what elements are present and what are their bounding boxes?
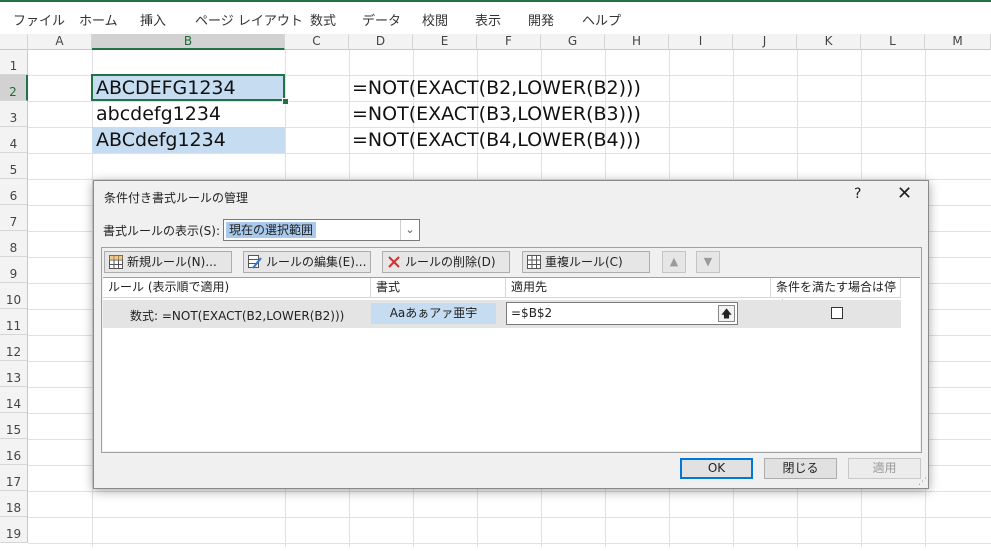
new-rule-label: 新規ルール(N)... [127, 255, 217, 269]
edit-rule-label: ルールの編集(E)... [266, 255, 367, 269]
rule-list: ルール (表示順で適用) 書式 適用先 条件を満たす場合は停止 数式: =NOT… [103, 277, 920, 451]
cell-d3[interactable]: =NOT(EXACT(B3,LOWER(B3))) [352, 101, 641, 127]
column-header-b[interactable]: B [92, 34, 285, 50]
format-preview: Aaあぁアァ亜宇 [371, 303, 496, 324]
column-header-j[interactable]: J [733, 34, 797, 50]
row-header-8[interactable]: 8 [0, 231, 28, 257]
row-header-16[interactable]: 16 [0, 439, 28, 465]
row-header-19[interactable]: 19 [0, 517, 28, 543]
cell-d4[interactable]: =NOT(EXACT(B4,LOWER(B4))) [352, 127, 641, 153]
format-column-header: 書式 [371, 278, 506, 298]
ok-button[interactable]: OK [680, 458, 753, 479]
rule-formula-text: 数式: =NOT(EXACT(B2,LOWER(B2))) [130, 309, 345, 323]
rules-panel: 新規ルール(N)... ルールの編集(E)... ルールの削除(D) 重複ルール… [101, 247, 922, 453]
collapse-range-icon[interactable]: 🡅 [718, 305, 735, 322]
help-icon[interactable]: ? [854, 186, 861, 202]
table-grid-icon [527, 255, 541, 269]
row-header-12[interactable]: 12 [0, 335, 28, 361]
row-header-5[interactable]: 5 [0, 153, 28, 179]
row-header-15[interactable]: 15 [0, 413, 28, 439]
column-header-i[interactable]: I [669, 34, 733, 50]
row-header-2[interactable]: 2 [0, 75, 28, 101]
stop-if-true-column-header: 条件を満たす場合は停止 [771, 278, 901, 313]
duplicate-rule-button[interactable]: 重複ルール(C) [522, 251, 650, 273]
tab-review[interactable]: 校閲 [422, 10, 448, 29]
fill-handle[interactable] [282, 98, 289, 105]
apply-button[interactable]: 適用 [848, 458, 921, 479]
edit-pencil-icon [248, 255, 262, 269]
tab-page-layout[interactable]: ページ レイアウト [195, 10, 303, 29]
row-header-9[interactable]: 9 [0, 257, 28, 283]
move-up-button[interactable]: ▲ [662, 251, 686, 273]
stop-if-true-checkbox[interactable] [831, 307, 843, 319]
row-header-7[interactable]: 7 [0, 205, 28, 231]
applies-to-column-header: 適用先 [506, 278, 771, 298]
column-header-h[interactable]: H [605, 34, 669, 50]
tab-developer[interactable]: 開発 [528, 10, 554, 29]
row-header-11[interactable]: 11 [0, 309, 28, 335]
table-grid-icon [109, 255, 123, 269]
row-header-17[interactable]: 17 [0, 465, 28, 491]
ribbon-tabs: ファイル ホーム 挿入 ページ レイアウト 数式 データ 校閲 表示 開発 ヘル… [0, 0, 991, 34]
tab-help[interactable]: ヘルプ [582, 10, 621, 29]
show-rules-selected-value: 現在の選択範囲 [226, 222, 317, 238]
tab-file[interactable]: ファイル [13, 10, 65, 29]
move-down-button[interactable]: ▼ [696, 251, 720, 273]
column-header-k[interactable]: K [797, 34, 861, 50]
rule-column-header: ルール (表示順で適用) [103, 278, 371, 298]
applies-to-input[interactable]: =$B$2 🡅 [506, 302, 738, 325]
close-button[interactable]: 閉じる [764, 458, 837, 479]
new-rule-button[interactable]: 新規ルール(N)... [104, 251, 232, 273]
rule-row[interactable]: 数式: =NOT(EXACT(B2,LOWER(B2))) Aaあぁアァ亜宇 =… [103, 300, 901, 328]
tab-view[interactable]: 表示 [475, 10, 501, 29]
delete-x-icon [388, 256, 400, 268]
close-icon[interactable]: ✕ [897, 183, 912, 204]
row-header-3[interactable]: 3 [0, 101, 28, 127]
row-header-6[interactable]: 6 [0, 179, 28, 205]
duplicate-rule-label: 重複ルール(C) [545, 255, 623, 269]
column-header-e[interactable]: E [413, 34, 477, 50]
column-header-l[interactable]: L [861, 34, 925, 50]
conditional-formatting-rules-manager-dialog: 条件付き書式ルールの管理 ? ✕ 書式ルールの表示(S): 現在の選択範囲 ⌄ … [93, 180, 929, 489]
row-header-13[interactable]: 13 [0, 361, 28, 387]
delete-rule-label: ルールの削除(D) [405, 255, 496, 269]
resize-grip-icon[interactable]: ⋰ [918, 478, 927, 487]
row-header-10[interactable]: 10 [0, 283, 28, 309]
column-header-d[interactable]: D [349, 34, 413, 50]
row-header-18[interactable]: 18 [0, 491, 28, 517]
select-all-corner[interactable] [0, 34, 28, 50]
tab-data[interactable]: データ [362, 10, 401, 29]
cell-b4[interactable]: ABCdefg1234 [92, 127, 285, 153]
tab-formulas[interactable]: 数式 [310, 10, 336, 29]
row-header-14[interactable]: 14 [0, 387, 28, 413]
dialog-title: 条件付き書式ルールの管理 [104, 191, 249, 205]
tab-home[interactable]: ホーム [79, 10, 118, 29]
applies-to-value: =$B$2 [511, 306, 553, 320]
active-cell-border [91, 74, 285, 101]
edit-rule-button[interactable]: ルールの編集(E)... [243, 251, 371, 273]
column-header-g[interactable]: G [541, 34, 605, 50]
tab-insert[interactable]: 挿入 [140, 10, 166, 29]
delete-rule-button[interactable]: ルールの削除(D) [382, 251, 510, 273]
row-header-4[interactable]: 4 [0, 127, 28, 153]
column-header-c[interactable]: C [285, 34, 349, 50]
column-header-a[interactable]: A [28, 34, 92, 50]
row-header-1[interactable]: 1 [0, 50, 28, 75]
show-rules-label: 書式ルールの表示(S): [103, 224, 221, 238]
column-headers: A B C D E F G H I J K L M [0, 34, 991, 50]
cell-b3[interactable]: abcdefg1234 [92, 101, 285, 127]
column-header-f[interactable]: F [477, 34, 541, 50]
chevron-down-icon[interactable]: ⌄ [400, 220, 419, 240]
cell-d2[interactable]: =NOT(EXACT(B2,LOWER(B2))) [352, 75, 641, 101]
column-header-m[interactable]: M [925, 34, 991, 50]
show-rules-select[interactable]: 現在の選択範囲 ⌄ [223, 219, 420, 241]
